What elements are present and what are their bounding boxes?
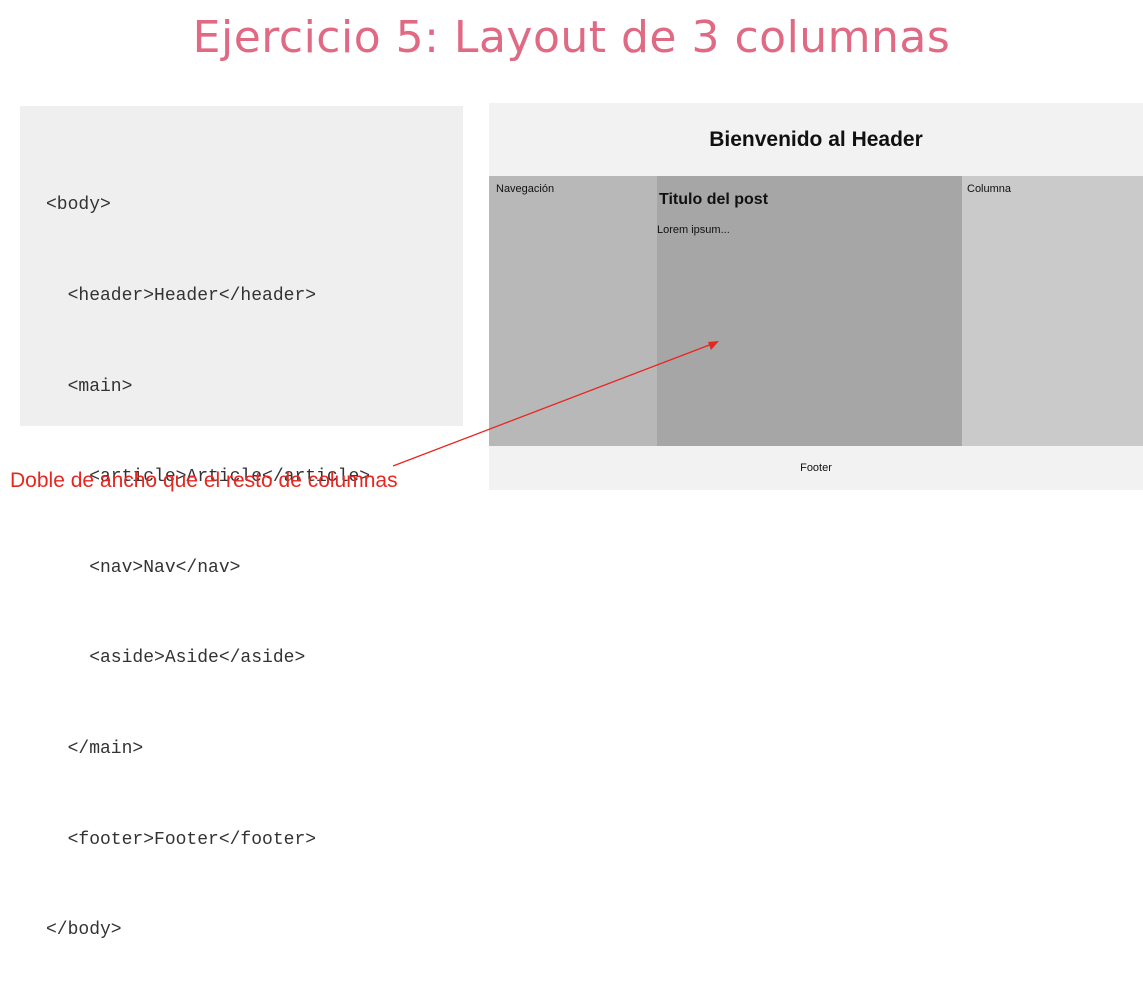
slide-title: Ejercicio 5: Layout de 3 columnas xyxy=(192,12,951,63)
post-title: Titulo del post xyxy=(659,191,769,208)
code-line: </main> xyxy=(46,738,144,759)
code-block: <body> <header>Header</header> <main> <a… xyxy=(20,106,463,940)
post-body: Lorem ipsum... xyxy=(657,224,730,236)
code-line: <nav>Nav</nav> xyxy=(46,557,241,578)
code-line: <main> xyxy=(46,376,133,397)
preview-header: Bienvenido al Header xyxy=(489,103,1143,176)
code-line: <footer>Footer</footer> xyxy=(46,829,317,850)
preview-nav-column: Navegación xyxy=(489,176,657,446)
nav-label: Navegación xyxy=(496,183,555,195)
code-line: <body> xyxy=(46,195,111,216)
annotation-text: Doble de ancho que el resto de columnas xyxy=(10,469,398,492)
preview-aside-column: Columna xyxy=(962,176,1143,446)
code-line: <aside>Aside</aside> xyxy=(46,648,306,669)
aside-label: Columna xyxy=(967,183,1012,195)
code-line: </body> xyxy=(46,920,122,941)
preview-footer: Footer xyxy=(489,446,1143,490)
preview-article-column: Titulo del post Lorem ipsum... xyxy=(657,176,962,446)
code-line: <header>Header</header> xyxy=(46,286,317,306)
layout-preview: Bienvenido al Header Navegación Titulo d… xyxy=(489,103,1143,490)
code-listing: <body> <header>Header</header> <main> <a… xyxy=(46,130,370,1006)
